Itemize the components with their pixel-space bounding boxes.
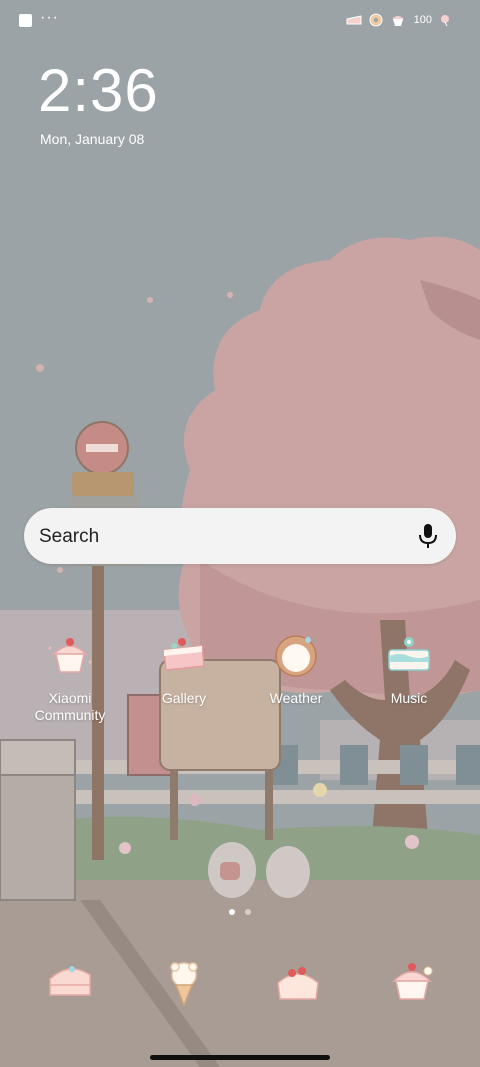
dock-app-ice-cream-cone-icon[interactable] xyxy=(156,955,212,1011)
app-label: Xiaomi Community xyxy=(34,690,106,723)
notification-square-icon xyxy=(19,14,32,27)
more-dots-icon: ··· xyxy=(40,9,59,26)
microphone-icon[interactable] xyxy=(418,522,438,550)
app-music[interactable]: Music xyxy=(361,628,457,707)
app-weather[interactable]: Weather xyxy=(248,628,344,707)
cupcake-icon xyxy=(391,16,404,26)
clock-time[interactable]: 2:36 xyxy=(38,56,159,125)
cupcake-cherry-icon xyxy=(48,638,92,673)
status-bar: ··· 100 xyxy=(0,0,480,44)
donut-icon xyxy=(369,13,383,27)
page-dot[interactable] xyxy=(245,909,251,915)
search-bar[interactable]: Search xyxy=(24,508,456,564)
app-xiaomi-community[interactable]: Xiaomi Community xyxy=(22,628,118,724)
page-indicator xyxy=(0,909,480,917)
dock-app-bear-cupcake-icon[interactable] xyxy=(384,955,440,1011)
donut-ring-icon xyxy=(275,635,317,677)
app-gallery[interactable]: Gallery xyxy=(136,628,232,707)
dock-app-cake-slice-icon[interactable] xyxy=(42,955,98,1011)
dock-app-cherry-cake-icon[interactable] xyxy=(270,955,326,1011)
status-icons: 100 xyxy=(346,13,454,27)
app-label: Gallery xyxy=(161,690,207,706)
sweet-battery-icon xyxy=(441,15,449,27)
app-label: Music xyxy=(390,690,428,706)
home-indicator[interactable] xyxy=(150,1055,330,1060)
battery-level: 100 xyxy=(413,14,432,26)
cake-slice-icon xyxy=(346,15,362,25)
strawberry-cake-icon xyxy=(163,638,205,671)
clock-date[interactable]: Mon, January 08 xyxy=(40,131,144,147)
search-placeholder: Search xyxy=(39,526,100,547)
layer-cake-icon xyxy=(388,637,430,671)
page-dot-active[interactable] xyxy=(229,909,235,915)
app-label: Weather xyxy=(269,690,323,706)
